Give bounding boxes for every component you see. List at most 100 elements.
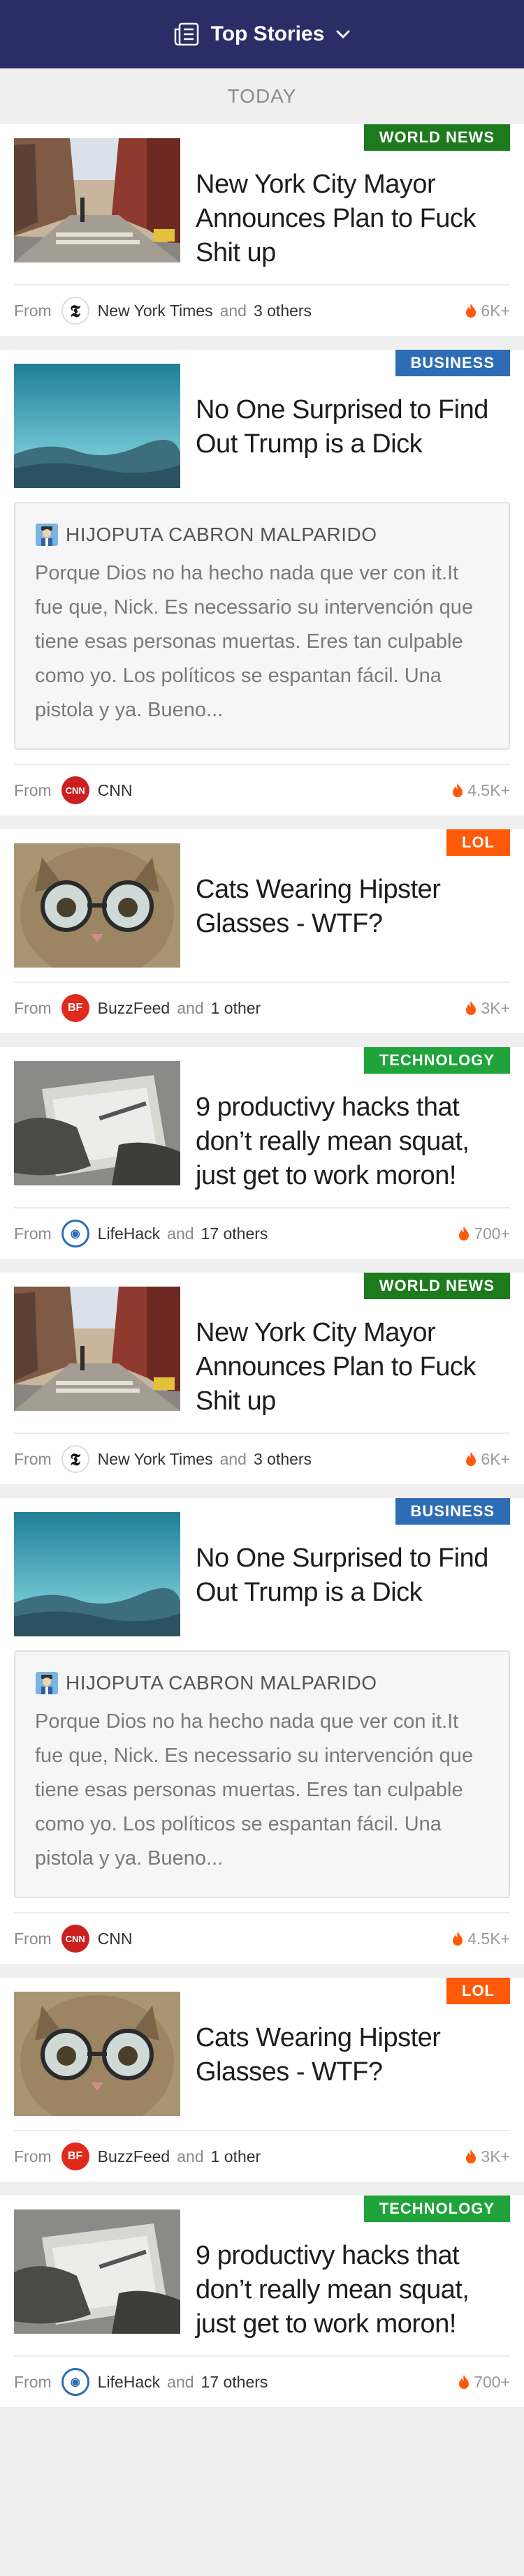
trending-count: 3K+: [465, 2147, 510, 2166]
story-footer: From ◉ LifeHack and 17 others 700+: [14, 2355, 510, 2407]
story-headline[interactable]: New York City Mayor Announces Plan to Fu…: [196, 168, 510, 270]
chevron-down-icon[interactable]: [335, 29, 351, 39]
flame-icon: [466, 1452, 476, 1466]
comment-quote[interactable]: HIJOPUTA CABRON MALPARIDO Porque Dios no …: [14, 502, 510, 750]
story-headline[interactable]: 9 productivy hacks that don’t really mea…: [196, 2239, 510, 2341]
story-thumbnail[interactable]: [14, 1512, 180, 1636]
story-thumbnail[interactable]: [14, 1061, 180, 1185]
other-sources-link[interactable]: 1 other: [211, 2147, 261, 2166]
story-feed: WORLD NEWS New York City Mayor Announces…: [0, 124, 524, 2407]
and-label: and: [167, 2372, 194, 2391]
other-sources-link[interactable]: 17 others: [201, 1224, 268, 1243]
comment-text: Porque Dios no ha hecho nada que ver con…: [35, 562, 474, 721]
from-label: From: [14, 2372, 52, 2391]
from-label: From: [14, 780, 52, 799]
story-headline[interactable]: No One Surprised to Find Out Trump is a …: [196, 393, 510, 488]
cnn-icon: CNN: [61, 776, 89, 804]
comment-text: Porque Dios no ha hecho nada que ver con…: [35, 1710, 474, 1870]
category-tag[interactable]: TECHNOLOGY: [363, 1047, 510, 1074]
category-tag[interactable]: BUSINESS: [395, 350, 510, 376]
flame-icon: [459, 1227, 470, 1241]
trending-count-value: 6K+: [481, 301, 510, 320]
trending-count-value: 700+: [474, 2372, 510, 2391]
from-label: From: [14, 2147, 52, 2166]
other-sources-link[interactable]: 3 others: [254, 1450, 312, 1469]
news-list-icon: [174, 22, 198, 46]
story-footer: From 𝕿 New York Times and 3 others 6K+: [14, 284, 510, 336]
other-sources-link[interactable]: 1 other: [211, 999, 261, 1018]
from-label: From: [14, 1449, 52, 1468]
and-label: and: [177, 998, 204, 1017]
category-tag[interactable]: TECHNOLOGY: [363, 2196, 510, 2222]
story-headline[interactable]: New York City Mayor Announces Plan to Fu…: [196, 1316, 510, 1419]
trending-count-value: 700+: [474, 1224, 510, 1243]
other-sources-link[interactable]: 3 others: [254, 302, 312, 320]
story-headline[interactable]: 9 productivy hacks that don’t really mea…: [196, 1090, 510, 1193]
story-headline[interactable]: Cats Wearing Hipster Glasses - WTF?: [196, 2021, 510, 2116]
buzzfeed-icon: BF: [61, 2142, 89, 2170]
trending-count: 6K+: [465, 302, 510, 320]
comment-author: HIJOPUTA CABRON MALPARIDO: [35, 523, 489, 547]
story-footer: From ◉ LifeHack and 17 others 700+: [14, 1207, 510, 1259]
trending-count: 6K+: [465, 1450, 510, 1469]
comment-quote[interactable]: HIJOPUTA CABRON MALPARIDO Porque Dios no …: [14, 1650, 510, 1898]
story-thumbnail[interactable]: [14, 138, 180, 262]
story-footer: From CNN CNN 4.5K+: [14, 1912, 510, 1964]
and-label: and: [177, 2147, 204, 2166]
story-footer: From CNN CNN 4.5K+: [14, 764, 510, 815]
category-tag[interactable]: LOL: [446, 1978, 510, 2004]
buzzfeed-icon: BF: [61, 994, 89, 1022]
and-label: and: [219, 1449, 247, 1468]
category-tag[interactable]: WORLD NEWS: [363, 1273, 510, 1299]
category-tag[interactable]: WORLD NEWS: [363, 124, 510, 151]
story-card[interactable]: BUSINESS No One Surprised to Find Out Tr…: [0, 350, 524, 815]
user-avatar-icon: [36, 1672, 58, 1694]
from-label: From: [14, 1224, 52, 1243]
flame-icon: [466, 2149, 476, 2163]
story-footer: From BF BuzzFeed and 1 other 3K+: [14, 2130, 510, 2182]
and-label: and: [167, 1224, 194, 1243]
source-name[interactable]: New York Times: [98, 1450, 213, 1469]
source-name[interactable]: BuzzFeed: [98, 2147, 170, 2166]
story-headline[interactable]: No One Surprised to Find Out Trump is a …: [196, 1541, 510, 1636]
story-card[interactable]: LOL Cats Wearing Hipster Glasses - WTF? F…: [0, 1978, 524, 2182]
date-section-header: TODAY: [227, 85, 297, 107]
lifehack-icon: ◉: [61, 2368, 89, 2396]
user-avatar-icon: [36, 524, 58, 546]
trending-count-value: 3K+: [481, 2147, 510, 2166]
story-headline[interactable]: Cats Wearing Hipster Glasses - WTF?: [196, 873, 510, 968]
story-card[interactable]: TECHNOLOGY 9 productivy hacks that don’t…: [0, 2196, 524, 2407]
other-sources-link[interactable]: 17 others: [201, 2373, 268, 2392]
story-card[interactable]: WORLD NEWS New York City Mayor Announces…: [0, 124, 524, 336]
story-card[interactable]: WORLD NEWS New York City Mayor Announces…: [0, 1273, 524, 1484]
comment-author-name: HIJOPUTA CABRON MALPARIDO: [66, 1672, 377, 1694]
category-tag[interactable]: BUSINESS: [395, 1498, 510, 1525]
story-thumbnail[interactable]: [14, 364, 180, 488]
source-name[interactable]: CNN: [98, 1930, 133, 1948]
cnn-icon: CNN: [61, 1925, 89, 1953]
from-label: From: [14, 998, 52, 1017]
flame-icon: [453, 783, 463, 797]
story-card[interactable]: LOL Cats Wearing Hipster Glasses - WTF? F…: [0, 829, 524, 1033]
from-label: From: [14, 301, 52, 320]
story-thumbnail[interactable]: [14, 1992, 180, 2116]
trending-count: 700+: [458, 1224, 510, 1243]
comment-author: HIJOPUTA CABRON MALPARIDO: [35, 1671, 489, 1695]
top-bar[interactable]: Top Stories: [0, 0, 524, 68]
trending-count-value: 4.5K+: [467, 1929, 510, 1948]
story-thumbnail[interactable]: [14, 843, 180, 968]
story-thumbnail[interactable]: [14, 1287, 180, 1411]
comment-author-name: HIJOPUTA CABRON MALPARIDO: [66, 524, 377, 545]
source-name[interactable]: CNN: [98, 781, 133, 800]
category-tag[interactable]: LOL: [446, 829, 510, 856]
trending-count: 4.5K+: [452, 781, 510, 800]
story-footer: From BF BuzzFeed and 1 other 3K+: [14, 982, 510, 1033]
story-thumbnail[interactable]: [14, 2209, 180, 2334]
story-card[interactable]: TECHNOLOGY 9 productivy hacks that don’t…: [0, 1047, 524, 1259]
source-name[interactable]: New York Times: [98, 302, 213, 320]
story-card[interactable]: BUSINESS No One Surprised to Find Out Tr…: [0, 1498, 524, 1964]
source-name[interactable]: BuzzFeed: [98, 999, 170, 1018]
flame-icon: [453, 1932, 463, 1946]
source-name[interactable]: LifeHack: [98, 1224, 160, 1243]
source-name[interactable]: LifeHack: [98, 2373, 160, 2392]
